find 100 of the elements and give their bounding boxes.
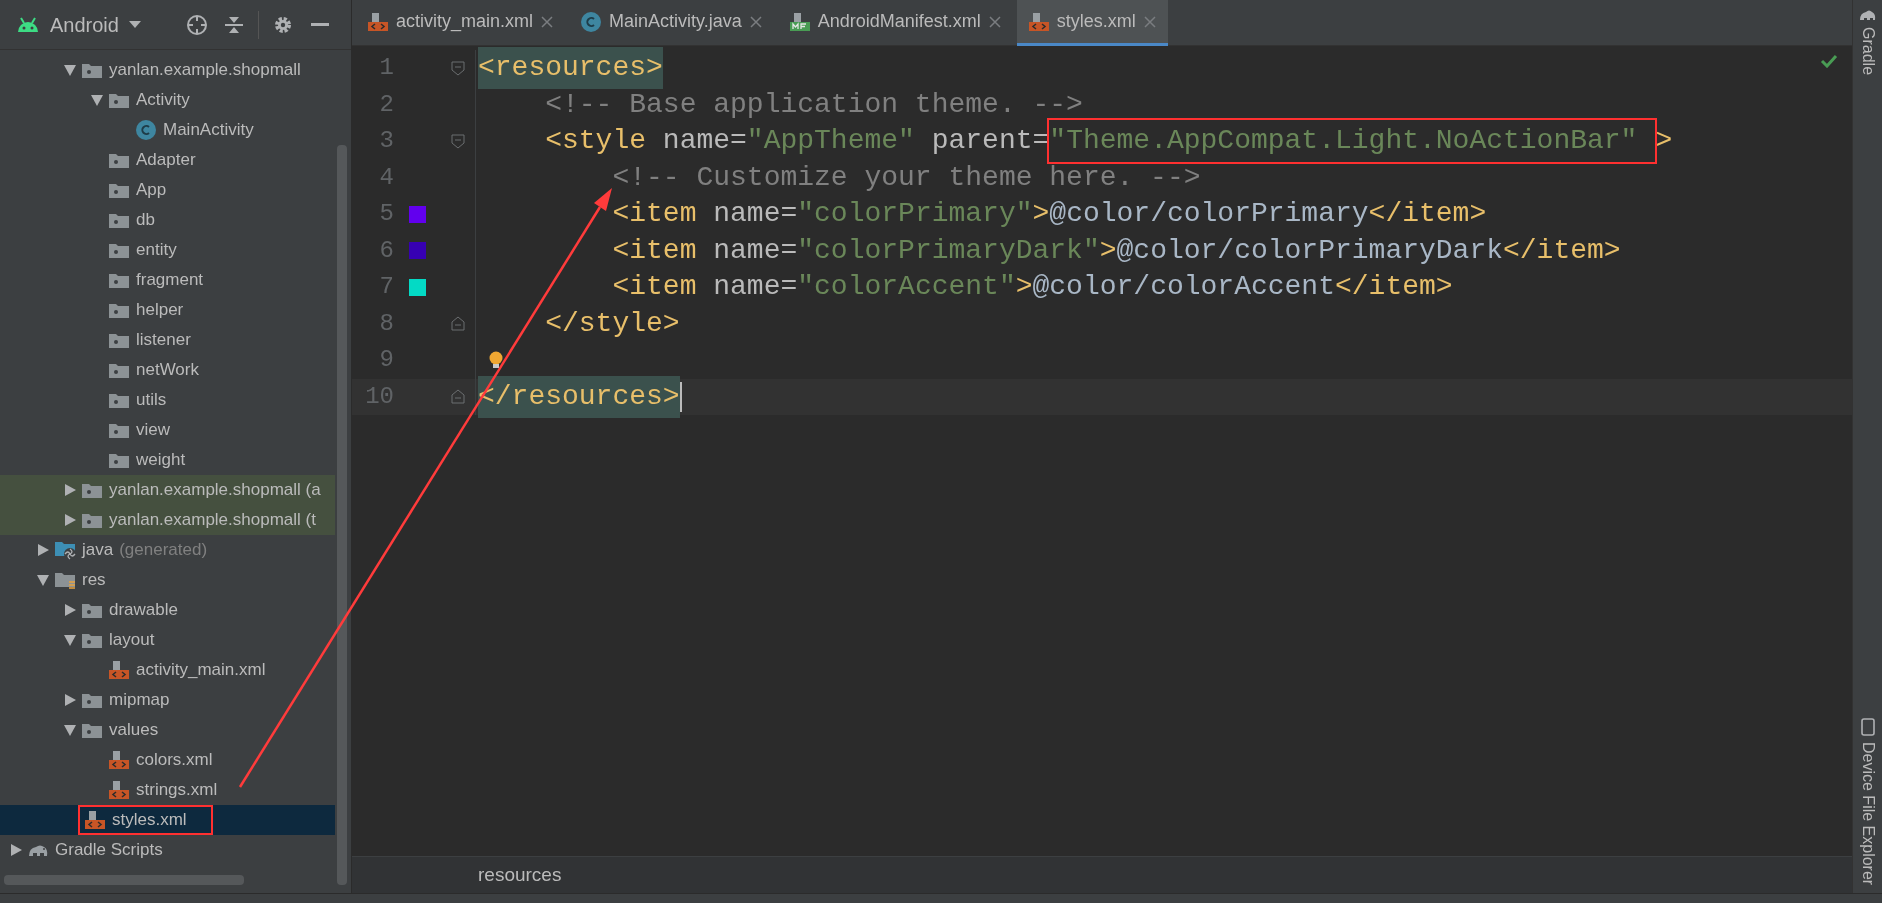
caret-right-icon[interactable] bbox=[64, 694, 76, 706]
code-token: "Theme.AppCompat.Light.NoActionBar" bbox=[1049, 125, 1638, 157]
editor-tab[interactable]: MainActivity.java bbox=[569, 0, 774, 46]
line-number: 4 bbox=[378, 162, 394, 193]
tree-item[interactable]: MainActivity bbox=[0, 115, 335, 145]
folder-icon bbox=[109, 182, 129, 198]
tree-item[interactable]: Gradle Scripts bbox=[0, 835, 335, 865]
tree-item-label: view bbox=[136, 419, 170, 442]
tree-item[interactable]: entity bbox=[0, 235, 335, 265]
tree-item[interactable]: listener bbox=[0, 325, 335, 355]
tool-window-button[interactable]: Device File Explorer bbox=[1855, 717, 1880, 885]
xml-file-icon bbox=[109, 751, 129, 769]
tree-item[interactable]: drawable bbox=[0, 595, 335, 625]
tree-item-label: yanlan.example.shopmall (t bbox=[109, 509, 316, 532]
tree-item[interactable]: strings.xml bbox=[0, 775, 335, 805]
settings-icon[interactable] bbox=[272, 14, 293, 35]
folder-icon bbox=[82, 632, 102, 648]
folder-icon bbox=[54, 540, 76, 560]
tree-item[interactable]: App bbox=[0, 175, 335, 205]
code-token: > bbox=[1655, 124, 1673, 159]
android-icon bbox=[16, 16, 40, 33]
tree-item[interactable]: res bbox=[0, 565, 335, 595]
line-number: 5 bbox=[378, 199, 394, 230]
tree-item[interactable]: yanlan.example.shopmall bbox=[0, 55, 335, 85]
editor-tab[interactable]: AndroidManifest.xml bbox=[777, 0, 1013, 46]
caret-right-icon[interactable] bbox=[64, 604, 76, 616]
tree-item-label: java bbox=[82, 539, 114, 562]
tree-item[interactable]: helper bbox=[0, 295, 335, 325]
vertical-scrollbar[interactable] bbox=[337, 145, 347, 885]
tree-item[interactable]: values bbox=[0, 715, 335, 745]
elephant-icon bbox=[1858, 8, 1877, 21]
editor-tab[interactable]: activity_main.xml bbox=[356, 0, 566, 46]
code-token: parent bbox=[930, 124, 1033, 159]
code-token: @color/colorPrimary bbox=[1049, 197, 1369, 232]
breadcrumb[interactable]: resources bbox=[478, 860, 562, 890]
code-token: name bbox=[712, 233, 781, 268]
class-icon bbox=[136, 120, 156, 140]
tree-item-label: weight bbox=[136, 449, 186, 472]
code-token: name bbox=[661, 124, 731, 159]
close-icon[interactable] bbox=[541, 15, 554, 28]
code-token: = bbox=[780, 233, 798, 268]
code-token: </style> bbox=[544, 306, 680, 341]
tree-item[interactable]: styles.xml bbox=[0, 805, 335, 835]
tree-item-label: yanlan.example.shopmall (a bbox=[109, 479, 321, 502]
tree-item-label: listener bbox=[136, 329, 191, 352]
caret-down-icon[interactable] bbox=[64, 64, 76, 76]
caret-down-icon[interactable] bbox=[64, 634, 76, 646]
code-token: "AppTheme" bbox=[746, 124, 915, 159]
caret-right-icon[interactable] bbox=[37, 544, 49, 556]
tree-item[interactable]: colors.xml bbox=[0, 745, 335, 775]
caret-right-icon[interactable] bbox=[10, 844, 22, 856]
tree-item[interactable]: yanlan.example.shopmall (t bbox=[0, 505, 335, 535]
code-token: "colorAccent" bbox=[797, 270, 1016, 305]
caret-down-icon[interactable] bbox=[37, 574, 49, 586]
tree-item[interactable]: layout bbox=[0, 625, 335, 655]
line-number: 2 bbox=[378, 89, 394, 120]
project-view-title[interactable]: Android bbox=[50, 9, 119, 40]
tree-item[interactable]: weight bbox=[0, 445, 335, 475]
tree-item[interactable]: java (generated) bbox=[0, 535, 335, 565]
editor-tab[interactable]: styles.xml bbox=[1016, 0, 1168, 46]
caret-right-icon[interactable] bbox=[64, 514, 76, 526]
folder-icon bbox=[109, 332, 129, 348]
close-icon[interactable] bbox=[749, 15, 762, 28]
tree-item[interactable]: fragment bbox=[0, 265, 335, 295]
tree-item-label: res bbox=[82, 569, 106, 592]
horizontal-scrollbar[interactable] bbox=[4, 875, 244, 885]
tree-item[interactable]: view bbox=[0, 415, 335, 445]
minimize-icon[interactable] bbox=[310, 22, 329, 27]
tree-item[interactable]: utils bbox=[0, 385, 335, 415]
tree-item[interactable]: mipmap bbox=[0, 685, 335, 715]
tree-item[interactable]: netWork bbox=[0, 355, 335, 385]
folder-icon bbox=[109, 212, 129, 228]
folder-icon bbox=[109, 152, 129, 168]
code-token: <style bbox=[544, 124, 647, 159]
tree-item-label: Gradle Scripts bbox=[55, 839, 163, 862]
light-bulb-icon[interactable] bbox=[488, 351, 504, 370]
caret-right-icon[interactable] bbox=[64, 484, 76, 496]
line-number: 7 bbox=[378, 272, 394, 303]
caret-down-icon[interactable] bbox=[64, 724, 76, 736]
collapse-all-icon[interactable] bbox=[223, 14, 244, 35]
tree-item[interactable]: yanlan.example.shopmall (a bbox=[0, 475, 335, 505]
folder-icon bbox=[82, 722, 102, 738]
code-token: > bbox=[1099, 233, 1117, 268]
tree-item[interactable]: activity_main.xml bbox=[0, 655, 335, 685]
code-token: <item bbox=[611, 197, 697, 232]
tree-item-label: layout bbox=[109, 629, 155, 652]
tree-item[interactable]: Activity bbox=[0, 85, 335, 115]
tree-item[interactable]: db bbox=[0, 205, 335, 235]
xml-file-icon bbox=[109, 661, 129, 679]
code-token: </item> bbox=[1334, 270, 1453, 305]
close-icon[interactable] bbox=[988, 15, 1001, 28]
caret-down-icon[interactable] bbox=[91, 94, 103, 106]
tree-item[interactable]: Adapter bbox=[0, 145, 335, 175]
code-token: "colorPrimaryDark" bbox=[797, 233, 1100, 268]
target-icon[interactable] bbox=[185, 13, 208, 36]
tree-item-label: db bbox=[136, 209, 155, 232]
line-number: 1 bbox=[378, 53, 394, 84]
dropdown-caret-icon[interactable] bbox=[128, 20, 141, 29]
tool-window-button[interactable]: Gradle bbox=[1855, 8, 1880, 76]
code-token: </item> bbox=[1368, 197, 1487, 232]
